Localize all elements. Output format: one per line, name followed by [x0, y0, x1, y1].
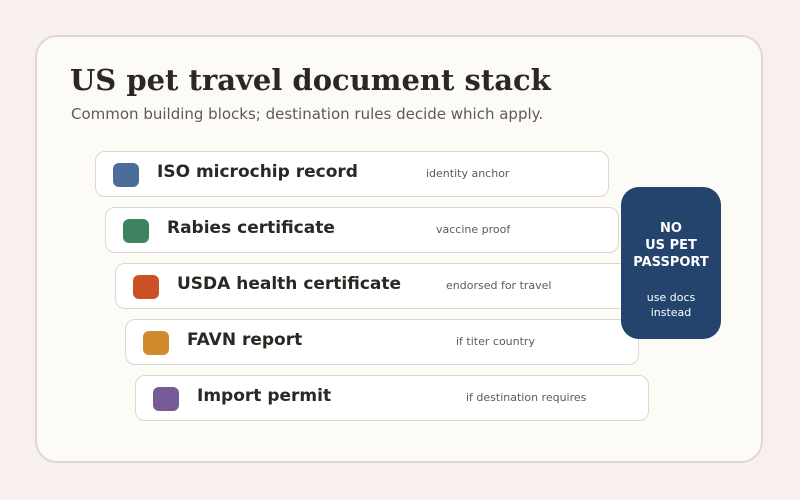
stack-row-note: if titer country: [456, 335, 535, 348]
stack-row-label: Import permit: [197, 386, 332, 406]
callout-note-line: use docs: [646, 291, 696, 304]
stack-row-label: ISO microchip record: [157, 162, 358, 182]
stack-row-label: Rabies certificate: [167, 218, 335, 238]
callout-heading-line: PASSPORT: [633, 255, 709, 270]
stack-row-rabies: Rabies certificate vaccine proof: [105, 207, 619, 253]
stack-row-usda: USDA health certificate endorsed for tra…: [115, 263, 629, 309]
callout-note: use docs instead: [621, 290, 721, 320]
favn-swatch: [143, 331, 169, 355]
microchip-swatch: [113, 163, 139, 187]
permit-swatch: [153, 387, 179, 411]
stack-row-label: USDA health certificate: [177, 274, 402, 294]
callout-heading: NO US PET PASSPORT: [621, 220, 721, 271]
usda-swatch: [133, 275, 159, 299]
stack-row-note: if destination requires: [466, 391, 587, 404]
callout-note-line: instead: [650, 306, 692, 319]
stack-row-note: vaccine proof: [436, 223, 511, 236]
page-subtitle: Common building blocks; destination rule…: [71, 105, 544, 123]
callout-heading-line: US PET: [645, 238, 697, 253]
stack-row-microchip: ISO microchip record identity anchor: [95, 151, 609, 197]
rabies-swatch: [123, 219, 149, 243]
stack-row-favn: FAVN report if titer country: [125, 319, 639, 365]
no-passport-callout: NO US PET PASSPORT use docs instead: [621, 187, 721, 339]
stack-row-note: endorsed for travel: [446, 279, 552, 292]
callout-heading-line: NO: [660, 221, 682, 236]
stack-row-permit: Import permit if destination requires: [135, 375, 649, 421]
diagram-card: US pet travel document stack Common buil…: [35, 35, 763, 463]
page-title: US pet travel document stack: [70, 63, 551, 97]
stack-row-label: FAVN report: [187, 330, 303, 350]
stack-row-note: identity anchor: [426, 167, 510, 180]
